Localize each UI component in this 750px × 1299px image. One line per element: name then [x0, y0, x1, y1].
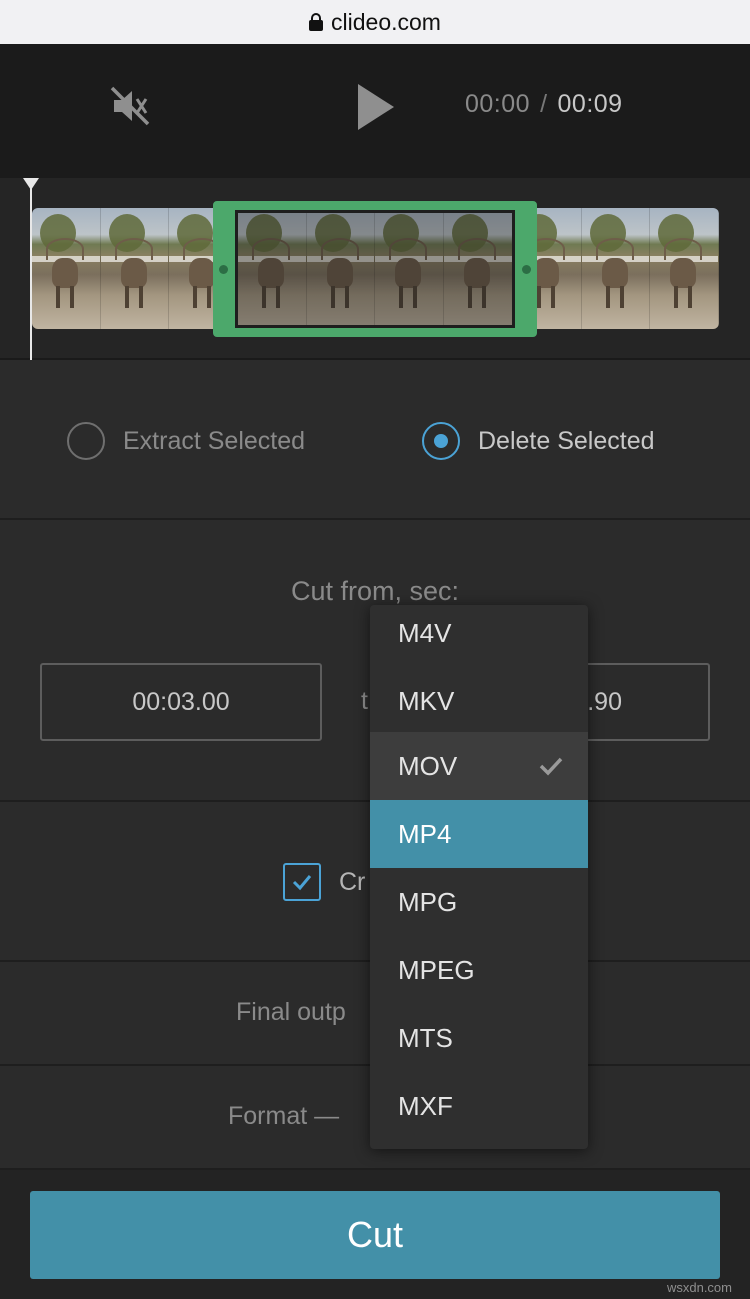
cut-from-title: Cut from, sec:: [290, 576, 460, 606]
format-option-mxf[interactable]: MXF: [370, 1072, 588, 1140]
format-option-mkv[interactable]: MKV: [370, 667, 588, 735]
format-option-mpg[interactable]: MPG: [370, 868, 588, 936]
delete-selected-label: Delete Selected: [478, 426, 655, 455]
format-option-mts[interactable]: MTS: [370, 1004, 588, 1072]
selection-end-handle[interactable]: [522, 265, 531, 274]
checkmark-icon: [292, 875, 312, 891]
selection-inner: [235, 210, 515, 328]
format-option-mov[interactable]: MOV: [370, 732, 588, 800]
format-option-mpeg[interactable]: MPEG: [370, 936, 588, 1004]
bottom-bar: Cut wsxdn.com: [0, 1170, 750, 1299]
address-bar[interactable]: clideo.com: [0, 0, 750, 44]
url-text: clideo.com: [331, 8, 441, 35]
video-frame: [32, 208, 101, 329]
time-display: 00:00 / 00:09: [465, 90, 623, 119]
playhead[interactable]: [30, 188, 32, 360]
selection-start-handle[interactable]: [219, 265, 228, 274]
radio-circle-icon[interactable]: [67, 422, 105, 460]
lock-icon: [309, 13, 324, 31]
crossfade-checkbox[interactable]: [283, 863, 321, 901]
format-dropdown-menu[interactable]: M4V MKV MOV MP4 MPG MPEG MTS MXF: [370, 605, 588, 1149]
video-frame: [100, 208, 170, 329]
watermark: wsxdn.com: [666, 1280, 732, 1295]
selection-range[interactable]: [213, 201, 537, 337]
time-separator: /: [540, 90, 548, 118]
cut-to-label: t: [361, 687, 368, 715]
format-option-label: MOV: [398, 750, 458, 781]
crossfade-label: Cr: [339, 868, 366, 896]
format-option-m4v[interactable]: M4V: [370, 605, 588, 667]
extract-selected-radio[interactable]: Extract Selected: [67, 422, 305, 460]
video-frame: [581, 208, 651, 329]
video-frame: [650, 208, 719, 329]
format-option-mp4[interactable]: MP4: [370, 800, 588, 868]
cut-mode-options: Extract Selected Delete Selected: [0, 360, 750, 520]
extract-selected-label: Extract Selected: [123, 426, 306, 455]
final-output-label: Final outp: [236, 998, 346, 1026]
radio-selected-icon[interactable]: [422, 422, 460, 460]
current-time: 00:00: [465, 90, 531, 118]
mute-icon[interactable]: [108, 84, 152, 128]
player-controls: 00:00 / 00:09: [0, 44, 750, 178]
play-icon[interactable]: [356, 82, 396, 132]
delete-selected-radio[interactable]: Delete Selected: [422, 422, 655, 460]
format-label: Format —: [228, 1102, 340, 1130]
total-time: 00:09: [557, 90, 623, 118]
cut-button[interactable]: Cut: [30, 1191, 720, 1279]
cut-from-input[interactable]: 00:03.00: [40, 663, 322, 741]
url-display[interactable]: clideo.com: [309, 9, 441, 36]
checkmark-icon: [539, 757, 563, 776]
